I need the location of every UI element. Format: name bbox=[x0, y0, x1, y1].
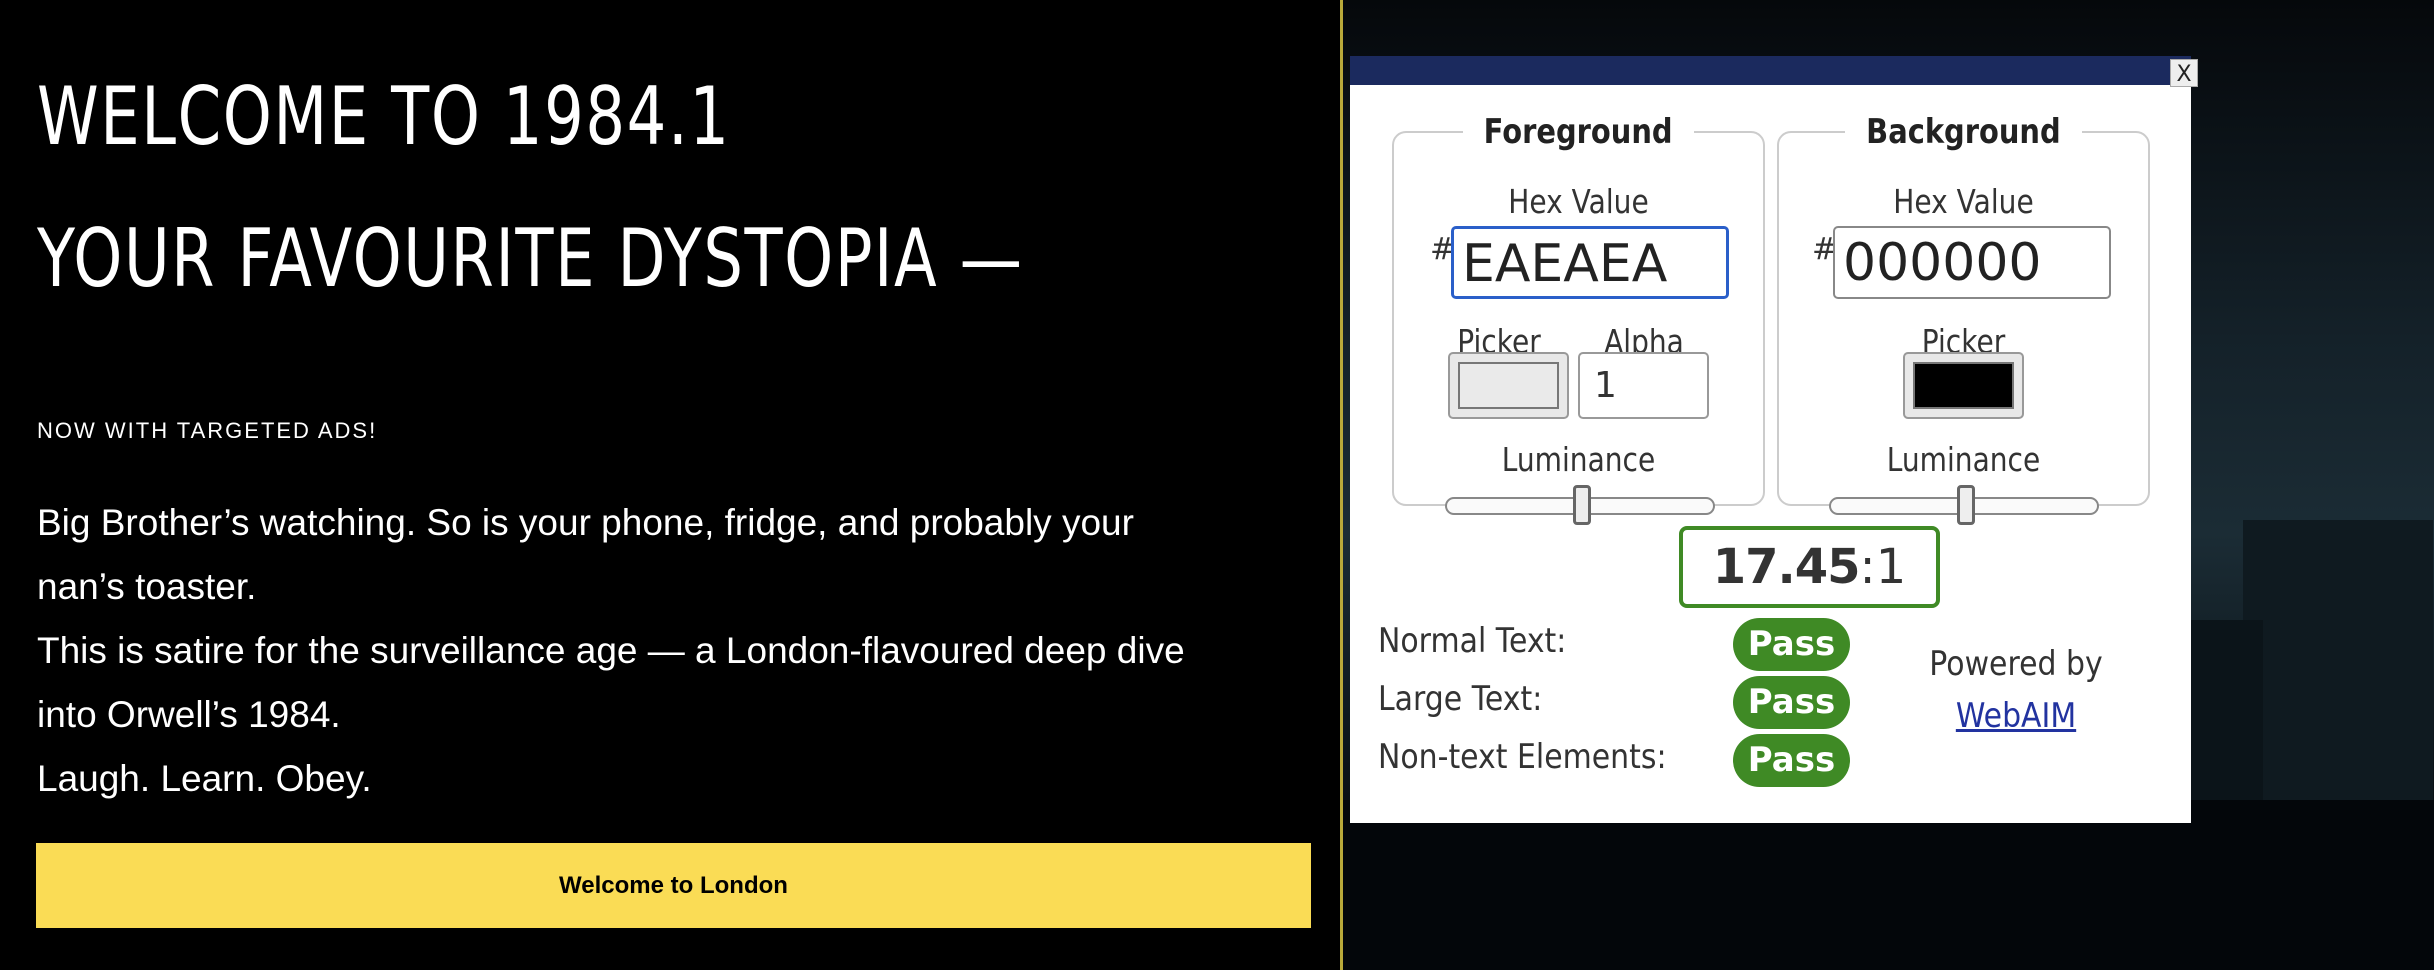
foreground-color-picker[interactable] bbox=[1448, 352, 1569, 419]
normal-text-label: Normal Text: bbox=[1378, 621, 1567, 661]
foreground-luminance-slider[interactable] bbox=[1445, 485, 1715, 525]
contrast-checker-panel: X Foreground Hex Value # EAEAEA Picker A… bbox=[1350, 56, 2198, 823]
panel-title-bar[interactable] bbox=[1350, 56, 2191, 85]
non-text-status-badge: Pass bbox=[1733, 734, 1850, 787]
foreground-group: Foreground Hex Value # EAEAEA Picker Alp… bbox=[1392, 112, 1765, 525]
welcome-to-london-button[interactable]: Welcome to London bbox=[36, 843, 1311, 928]
powered-by-text: Powered by bbox=[1929, 644, 2103, 684]
normal-text-status-badge: Pass bbox=[1733, 618, 1850, 671]
contrast-ratio: 17.45:1 bbox=[1679, 526, 1940, 608]
luminance-label: Luminance bbox=[1886, 440, 2041, 479]
background-hex-input[interactable]: 000000 bbox=[1833, 226, 2111, 299]
close-button[interactable]: X bbox=[2170, 59, 2198, 87]
hex-value-label: Hex Value bbox=[1893, 182, 2034, 221]
background-legend: Background bbox=[1866, 112, 2061, 152]
hero-paragraph-line: Laugh. Learn. Obey. bbox=[37, 758, 372, 799]
webaim-link[interactable]: WebAIM bbox=[1928, 696, 2104, 736]
hero-section: WELCOME TO 1984.1 YOUR FAVOURITE DYSTOPI… bbox=[0, 0, 1341, 970]
background-luminance-slider[interactable] bbox=[1829, 485, 2099, 525]
hero-heading-line1: WELCOME TO 1984.1 bbox=[37, 70, 731, 163]
hero-heading-line2: YOUR FAVOURITE DYSTOPIA — bbox=[37, 212, 1024, 305]
large-text-status-badge: Pass bbox=[1733, 676, 1850, 729]
hero-paragraph-line: nan’s toaster. bbox=[37, 566, 257, 607]
non-text-elements-label: Non-text Elements: bbox=[1378, 737, 1667, 777]
ratio-suffix: :1 bbox=[1859, 539, 1907, 595]
hex-value-label: Hex Value bbox=[1508, 182, 1649, 221]
hero-paragraph-line: into Orwell’s 1984. bbox=[37, 694, 341, 735]
background-color-picker[interactable] bbox=[1903, 352, 2024, 419]
slider-thumb[interactable] bbox=[1957, 485, 1975, 525]
building-silhouette bbox=[1343, 800, 2434, 970]
large-text-label: Large Text: bbox=[1378, 679, 1543, 719]
hero-paragraph-line: This is satire for the surveillance age … bbox=[37, 630, 1185, 671]
foreground-legend: Foreground bbox=[1484, 112, 1673, 152]
hero-paragraph-line: Big Brother’s watching. So is your phone… bbox=[37, 502, 1134, 543]
hero-tagline: NOW WITH TARGETED ADS! bbox=[37, 418, 378, 443]
background-group: Background Hex Value # 000000 Picker Lum… bbox=[1777, 112, 2150, 525]
foreground-hex-input[interactable]: EAEAEA bbox=[1451, 226, 1729, 299]
slider-thumb[interactable] bbox=[1573, 485, 1591, 525]
ratio-value: 17.45 bbox=[1712, 539, 1861, 595]
alpha-input[interactable]: 1 bbox=[1578, 352, 1709, 419]
luminance-label: Luminance bbox=[1501, 440, 1656, 479]
